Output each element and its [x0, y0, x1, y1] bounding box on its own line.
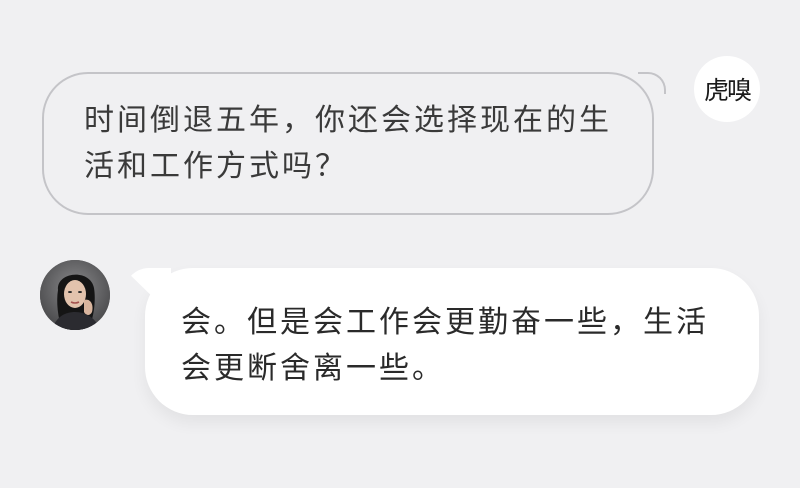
person-avatar [40, 260, 110, 330]
logo-accent-dot [750, 60, 754, 64]
person-avatar-icon [40, 260, 110, 330]
question-bubble: 时间倒退五年，你还会选择现在的生活和工作方式吗？ [42, 72, 666, 215]
chat-thread: 虎嗅 时间倒退五年，你还会选择现在的生活和工作方式吗？ 会。但是会工作会更勤奋一… [0, 0, 800, 488]
brand-avatar: 虎嗅 [694, 56, 760, 122]
question-text: 时间倒退五年，你还会选择现在的生活和工作方式吗？ [84, 103, 612, 184]
answer-bubble: 会。但是会工作会更勤奋一些，生活会更断舍离一些。 [145, 268, 759, 415]
answer-text: 会。但是会工作会更勤奋一些，生活会更断舍离一些。 [181, 305, 709, 386]
brand-logo: 虎嗅 [703, 76, 752, 105]
